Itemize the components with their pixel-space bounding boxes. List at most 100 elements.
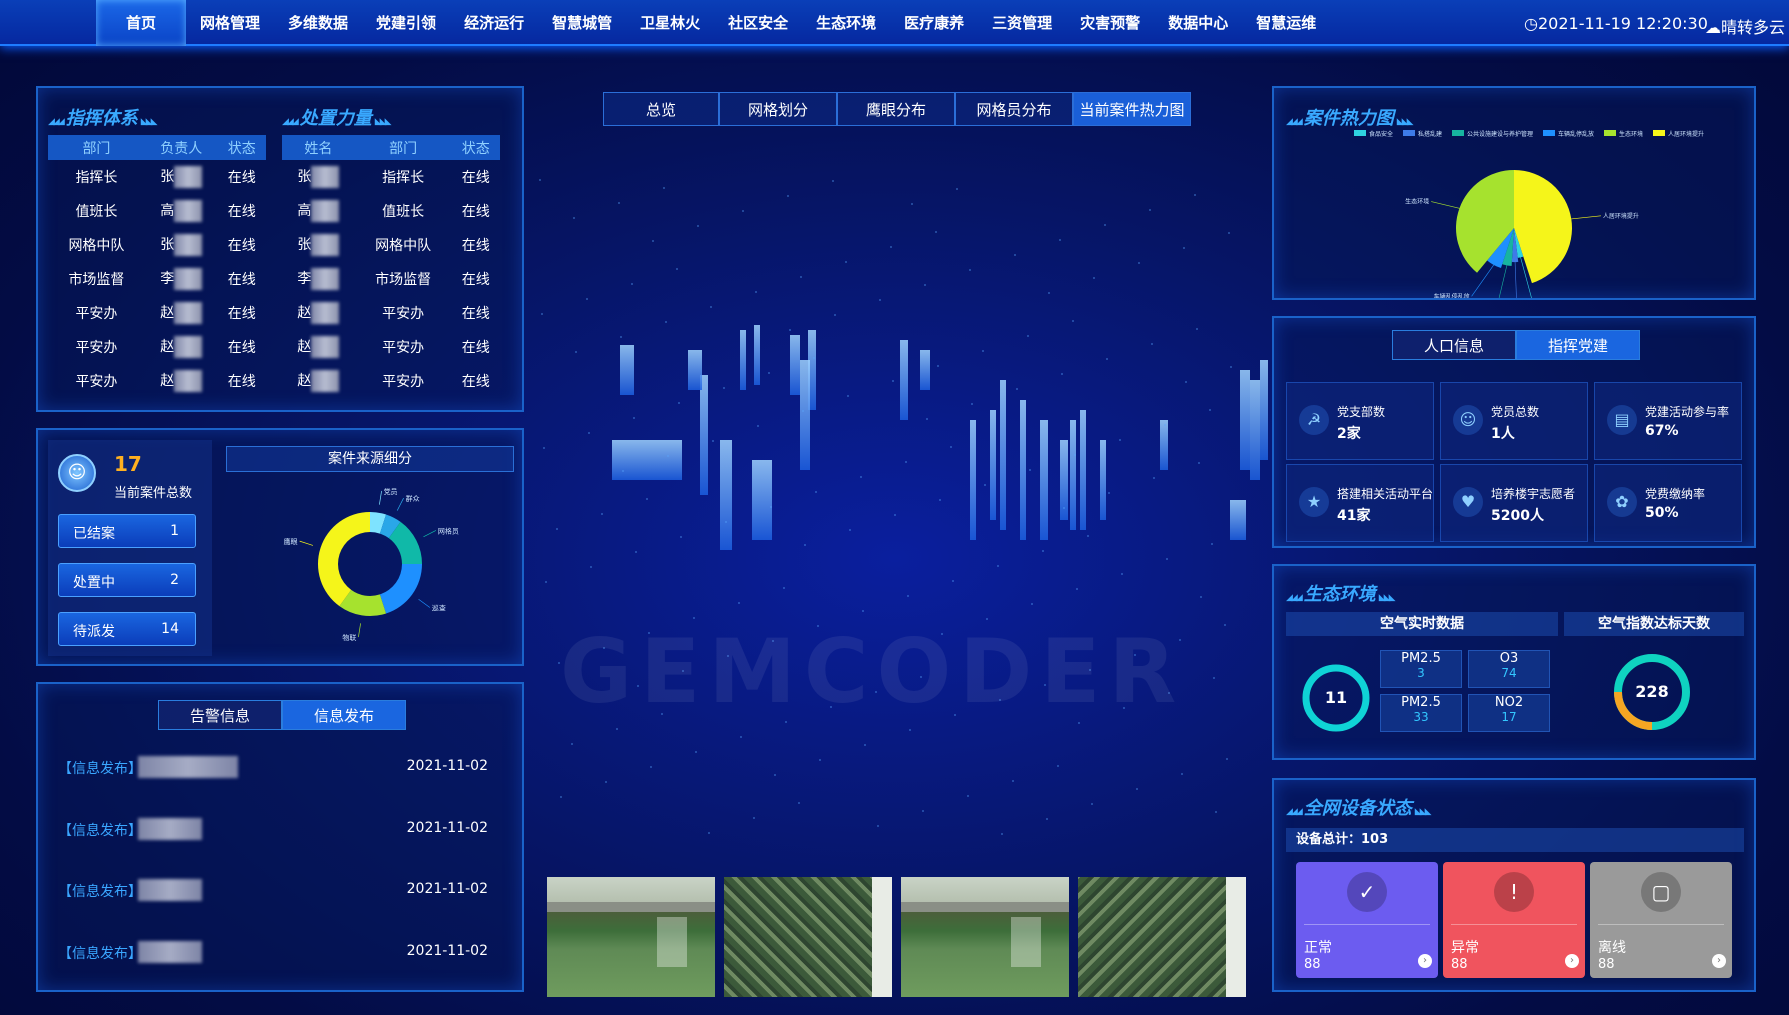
nav-home[interactable]: 首页 (96, 0, 187, 46)
status-processing-button[interactable]: 处置中 2 (58, 563, 196, 597)
nav-assets[interactable]: 三资管理 (978, 0, 1066, 46)
datetime: ◷2021-11-19 12:20:30 (1524, 14, 1708, 33)
map-dot (924, 284, 926, 286)
legend-label: 人居环境提升 (1668, 130, 1704, 138)
nav-multidata[interactable]: 多维数据 (274, 0, 362, 46)
table-row[interactable]: 平安办 赵 在线 (48, 330, 266, 364)
table-row[interactable]: 李 市场监督 在线 (282, 262, 500, 296)
map-dot (877, 825, 879, 827)
map-dot (676, 268, 678, 270)
cell-text: 张 (160, 237, 175, 253)
status-value: 1 (170, 523, 179, 539)
map-dot (819, 759, 821, 761)
camera-thumbnail[interactable] (1078, 877, 1246, 997)
label-leader (1498, 265, 1508, 298)
map-dot (845, 261, 847, 263)
redacted-text (138, 756, 238, 778)
stat-value: 2家 (1337, 426, 1361, 442)
map-dot (708, 832, 710, 834)
table-row[interactable]: 值班长 高 在线 (48, 194, 266, 228)
weather: ☁晴转多云 (1705, 14, 1785, 38)
stat-card: ☺ 党员总数 1人 (1440, 382, 1588, 460)
camera-thumbnail[interactable] (547, 877, 715, 997)
status-pending-button[interactable]: 待派发 14 (58, 612, 196, 646)
map-tab-overview[interactable]: 总览 (603, 92, 719, 126)
table-cell: 市场监督 (48, 262, 145, 296)
table-row[interactable]: 平安办 赵 在线 (48, 296, 266, 330)
info-item[interactable]: 【信息发布】 2021-11-02 (58, 754, 488, 780)
nav-grid[interactable]: 网格管理 (186, 0, 274, 46)
map-tab-eagle[interactable]: 鹰眼分布 (837, 92, 955, 126)
map-dot (770, 506, 772, 508)
building (1250, 380, 1260, 480)
table-row[interactable]: 高 值班长 在线 (282, 194, 500, 228)
map-dot (1031, 603, 1033, 605)
table-row[interactable]: 张 指挥长 在线 (282, 160, 500, 194)
map-tab-heatmap[interactable]: 当前案件热力图 (1073, 92, 1191, 126)
camera-thumbnail[interactable] (901, 877, 1069, 997)
map-dot (967, 795, 969, 797)
tab-alarm[interactable]: 告警信息 (158, 700, 282, 730)
table-row[interactable]: 赵 平安办 在线 (282, 296, 500, 330)
table-row[interactable]: 指挥长 张 在线 (48, 160, 266, 194)
table-row[interactable]: 赵 平安办 在线 (282, 330, 500, 364)
legend-label: 私搭乱建 (1418, 130, 1442, 138)
legend-swatch (1452, 130, 1464, 136)
table-cell: 李 (282, 262, 355, 296)
tab-publish[interactable]: 信息发布 (282, 700, 406, 730)
table-row[interactable]: 市场监督 李 在线 (48, 262, 266, 296)
chevron-right-icon: › (1565, 954, 1579, 968)
nav-datacenter[interactable]: 数据中心 (1154, 0, 1242, 46)
nav-city[interactable]: 智慧城管 (538, 0, 626, 46)
status-closed-button[interactable]: 已结案 1 (58, 514, 196, 548)
device-offline-card[interactable]: ▢ 离线 88 › (1590, 862, 1732, 978)
map-dot (1183, 247, 1185, 249)
aq-cell: PM2.5 3 (1380, 650, 1462, 688)
table-row[interactable]: 平安办 赵 在线 (48, 364, 266, 398)
nav-disaster[interactable]: 灾害预警 (1066, 0, 1154, 46)
device-total: 设备总计：103 (1286, 828, 1744, 852)
label-leader (423, 530, 437, 538)
nav-ops[interactable]: 智慧运维 (1242, 0, 1330, 46)
label-leader (299, 540, 314, 546)
weather-text: 晴转多云 (1721, 18, 1786, 37)
table-row[interactable]: 张 网格中队 在线 (282, 228, 500, 262)
tab-party-command[interactable]: 指挥党建 (1516, 330, 1640, 360)
device-normal-card[interactable]: ✓ 正常 88 › (1296, 862, 1438, 978)
legend-swatch (1604, 130, 1616, 136)
camera-thumbnail[interactable] (724, 877, 892, 997)
redacted-name (311, 370, 340, 392)
nav-economy[interactable]: 经济运行 (450, 0, 538, 46)
info-item[interactable]: 【信息发布】 2021-11-02 (58, 939, 488, 965)
tab-population[interactable]: 人口信息 (1392, 330, 1516, 360)
map-tab-grid[interactable]: 网格划分 (719, 92, 837, 126)
map-dot (1121, 573, 1123, 575)
map-tab-gridman[interactable]: 网格员分布 (955, 92, 1073, 126)
map-dot (646, 498, 648, 500)
map-dot (616, 728, 618, 730)
map-dot (1042, 550, 1044, 552)
table-row[interactable]: 网格中队 张 在线 (48, 228, 266, 262)
nav-party[interactable]: 党建引领 (362, 0, 450, 46)
info-item[interactable]: 【信息发布】 2021-11-02 (58, 816, 488, 842)
stat-card: ▤ 党建活动参与率 67% (1594, 382, 1742, 460)
table-cell: 指挥长 (355, 160, 452, 194)
cell-text: 高 (297, 203, 312, 219)
case-source-title: 案件来源细分 (226, 446, 514, 472)
nav-eco[interactable]: 生态环境 (802, 0, 890, 46)
chevron-right-icon: › (1712, 954, 1726, 968)
table-row[interactable]: 赵 平安办 在线 (282, 364, 500, 398)
top-bar: 首页 网格管理 多维数据 党建引领 经济运行 智慧城管 卫星林火 社区安全 生态… (0, 0, 1789, 46)
info-item[interactable]: 【信息发布】 2021-11-02 (58, 877, 488, 903)
nav-fire[interactable]: 卫星林火 (626, 0, 714, 46)
nav-medical[interactable]: 医疗康养 (890, 0, 978, 46)
redacted-text (138, 818, 202, 840)
force-header: 状态 (451, 135, 500, 160)
device-abnormal-card[interactable]: ! 异常 88 › (1443, 862, 1585, 978)
nav-security[interactable]: 社区安全 (714, 0, 802, 46)
map-dot (712, 440, 714, 442)
table-cell: 网格中队 (355, 228, 452, 262)
building (620, 345, 634, 395)
map-dot (575, 351, 577, 353)
legend-swatch (1653, 130, 1665, 136)
